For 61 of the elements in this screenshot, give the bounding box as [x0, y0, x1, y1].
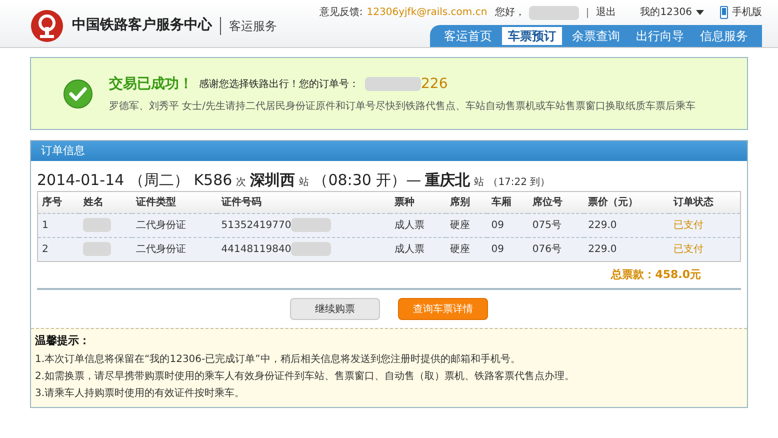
- table-cell: 成人票: [390, 238, 446, 262]
- table-cell: 1: [38, 214, 80, 238]
- order-number: 226: [421, 74, 448, 94]
- nav-tab[interactable]: 信息服务: [694, 27, 754, 46]
- tip-text: 2.如需换票，请尽早携带购票时使用的乘车人有效身份证件到车站、售票窗口、自动售（取）票机、铁路客票代售点办理。: [35, 370, 576, 384]
- my-account-menu[interactable]: 我的12306: [640, 5, 704, 20]
- table-cell: 229.0: [584, 214, 670, 238]
- trip-info-text: 次: [236, 176, 246, 190]
- column-header: 姓名: [79, 192, 132, 214]
- table-cell: 硬座: [446, 238, 488, 262]
- table-cell: 2: [38, 238, 80, 262]
- action-button[interactable]: 查询车票详情: [398, 298, 488, 320]
- site-title: 中国铁路客户服务中心: [72, 16, 212, 35]
- table-cell: 44148119840: [221, 244, 292, 255]
- table-cell: 二代身份证: [132, 214, 218, 238]
- column-header: 席位号: [528, 192, 584, 214]
- site-subtitle: 客运服务: [229, 18, 277, 34]
- table-cell: 成人票: [390, 214, 446, 238]
- trip-info-text: 站: [474, 176, 484, 190]
- action-button[interactable]: 继续购票: [290, 298, 380, 320]
- tip-text: 1.本次订单信息将保留在“我的12306-已完成订单”中，稍后相关信息将发送到您注册时提供的邮箱和手机号。: [35, 352, 522, 366]
- column-header: 证件号码: [217, 192, 390, 214]
- logout-link[interactable]: 退出: [596, 5, 616, 20]
- column-header: 票种: [390, 192, 446, 214]
- trip-info-text: 深圳西: [250, 170, 296, 191]
- panel-title: 订单信息: [41, 142, 85, 159]
- total-amount: 总票款：458.0元: [611, 266, 701, 283]
- greeting-text: 您好，: [495, 6, 526, 20]
- nav-tab[interactable]: 客运首页: [438, 27, 498, 46]
- trip-info-text: （17:22 到）: [488, 176, 550, 190]
- nav-tab[interactable]: 车票预订: [502, 27, 562, 46]
- trip-info-text: 站: [299, 176, 310, 190]
- column-header: 票价（元）: [584, 192, 670, 214]
- tips-title: 温馨提示：: [35, 333, 91, 349]
- tip-text: 3.请乘车人持购票时使用的有效证件按时乘车。: [35, 386, 246, 400]
- pickup-message: 罗德军、刘秀平 女士/先生请持二代居民身份证原件和订单号尽快到铁路代售点、车站自动售票机或车站售票窗口换取纸质车票后乘车: [109, 100, 696, 114]
- table-cell: 09: [487, 238, 528, 262]
- table-cell: 229.0: [584, 238, 670, 262]
- table-cell: 硬座: [446, 214, 488, 238]
- table-cell: 09: [487, 214, 528, 238]
- nav-tab[interactable]: 出行向导: [630, 27, 690, 46]
- trip-info-text: 重庆北: [425, 170, 470, 191]
- status-text: 已支付: [669, 238, 740, 262]
- feedback-label: 意见反馈:: [319, 6, 363, 20]
- column-header: 席别: [446, 192, 488, 214]
- feedback-email-link[interactable]: 12306yjfk@rails.com.cn: [366, 5, 488, 20]
- status-text: 已支付: [669, 214, 740, 238]
- column-header: 订单状态: [669, 192, 740, 214]
- trip-info-text: （08:30 开）—: [313, 170, 422, 191]
- thanks-text: 感谢您选择铁路出行！您的订单号：: [199, 78, 359, 92]
- nav-tab[interactable]: 余票查询: [566, 27, 626, 46]
- success-title: 交易已成功！: [109, 74, 193, 94]
- column-header: 车厢: [487, 192, 528, 214]
- table-cell: 二代身份证: [132, 238, 218, 262]
- table-cell: 51352419770: [221, 220, 292, 231]
- column-header: 证件类型: [132, 192, 218, 214]
- mobile-version-link[interactable]: 手机版: [720, 5, 762, 20]
- column-header: 序号: [38, 192, 80, 214]
- table-cell: 075号: [528, 214, 584, 238]
- table-cell: 076号: [528, 238, 584, 262]
- trip-info-text: 2014-01-14 （周二） K586: [37, 170, 232, 191]
